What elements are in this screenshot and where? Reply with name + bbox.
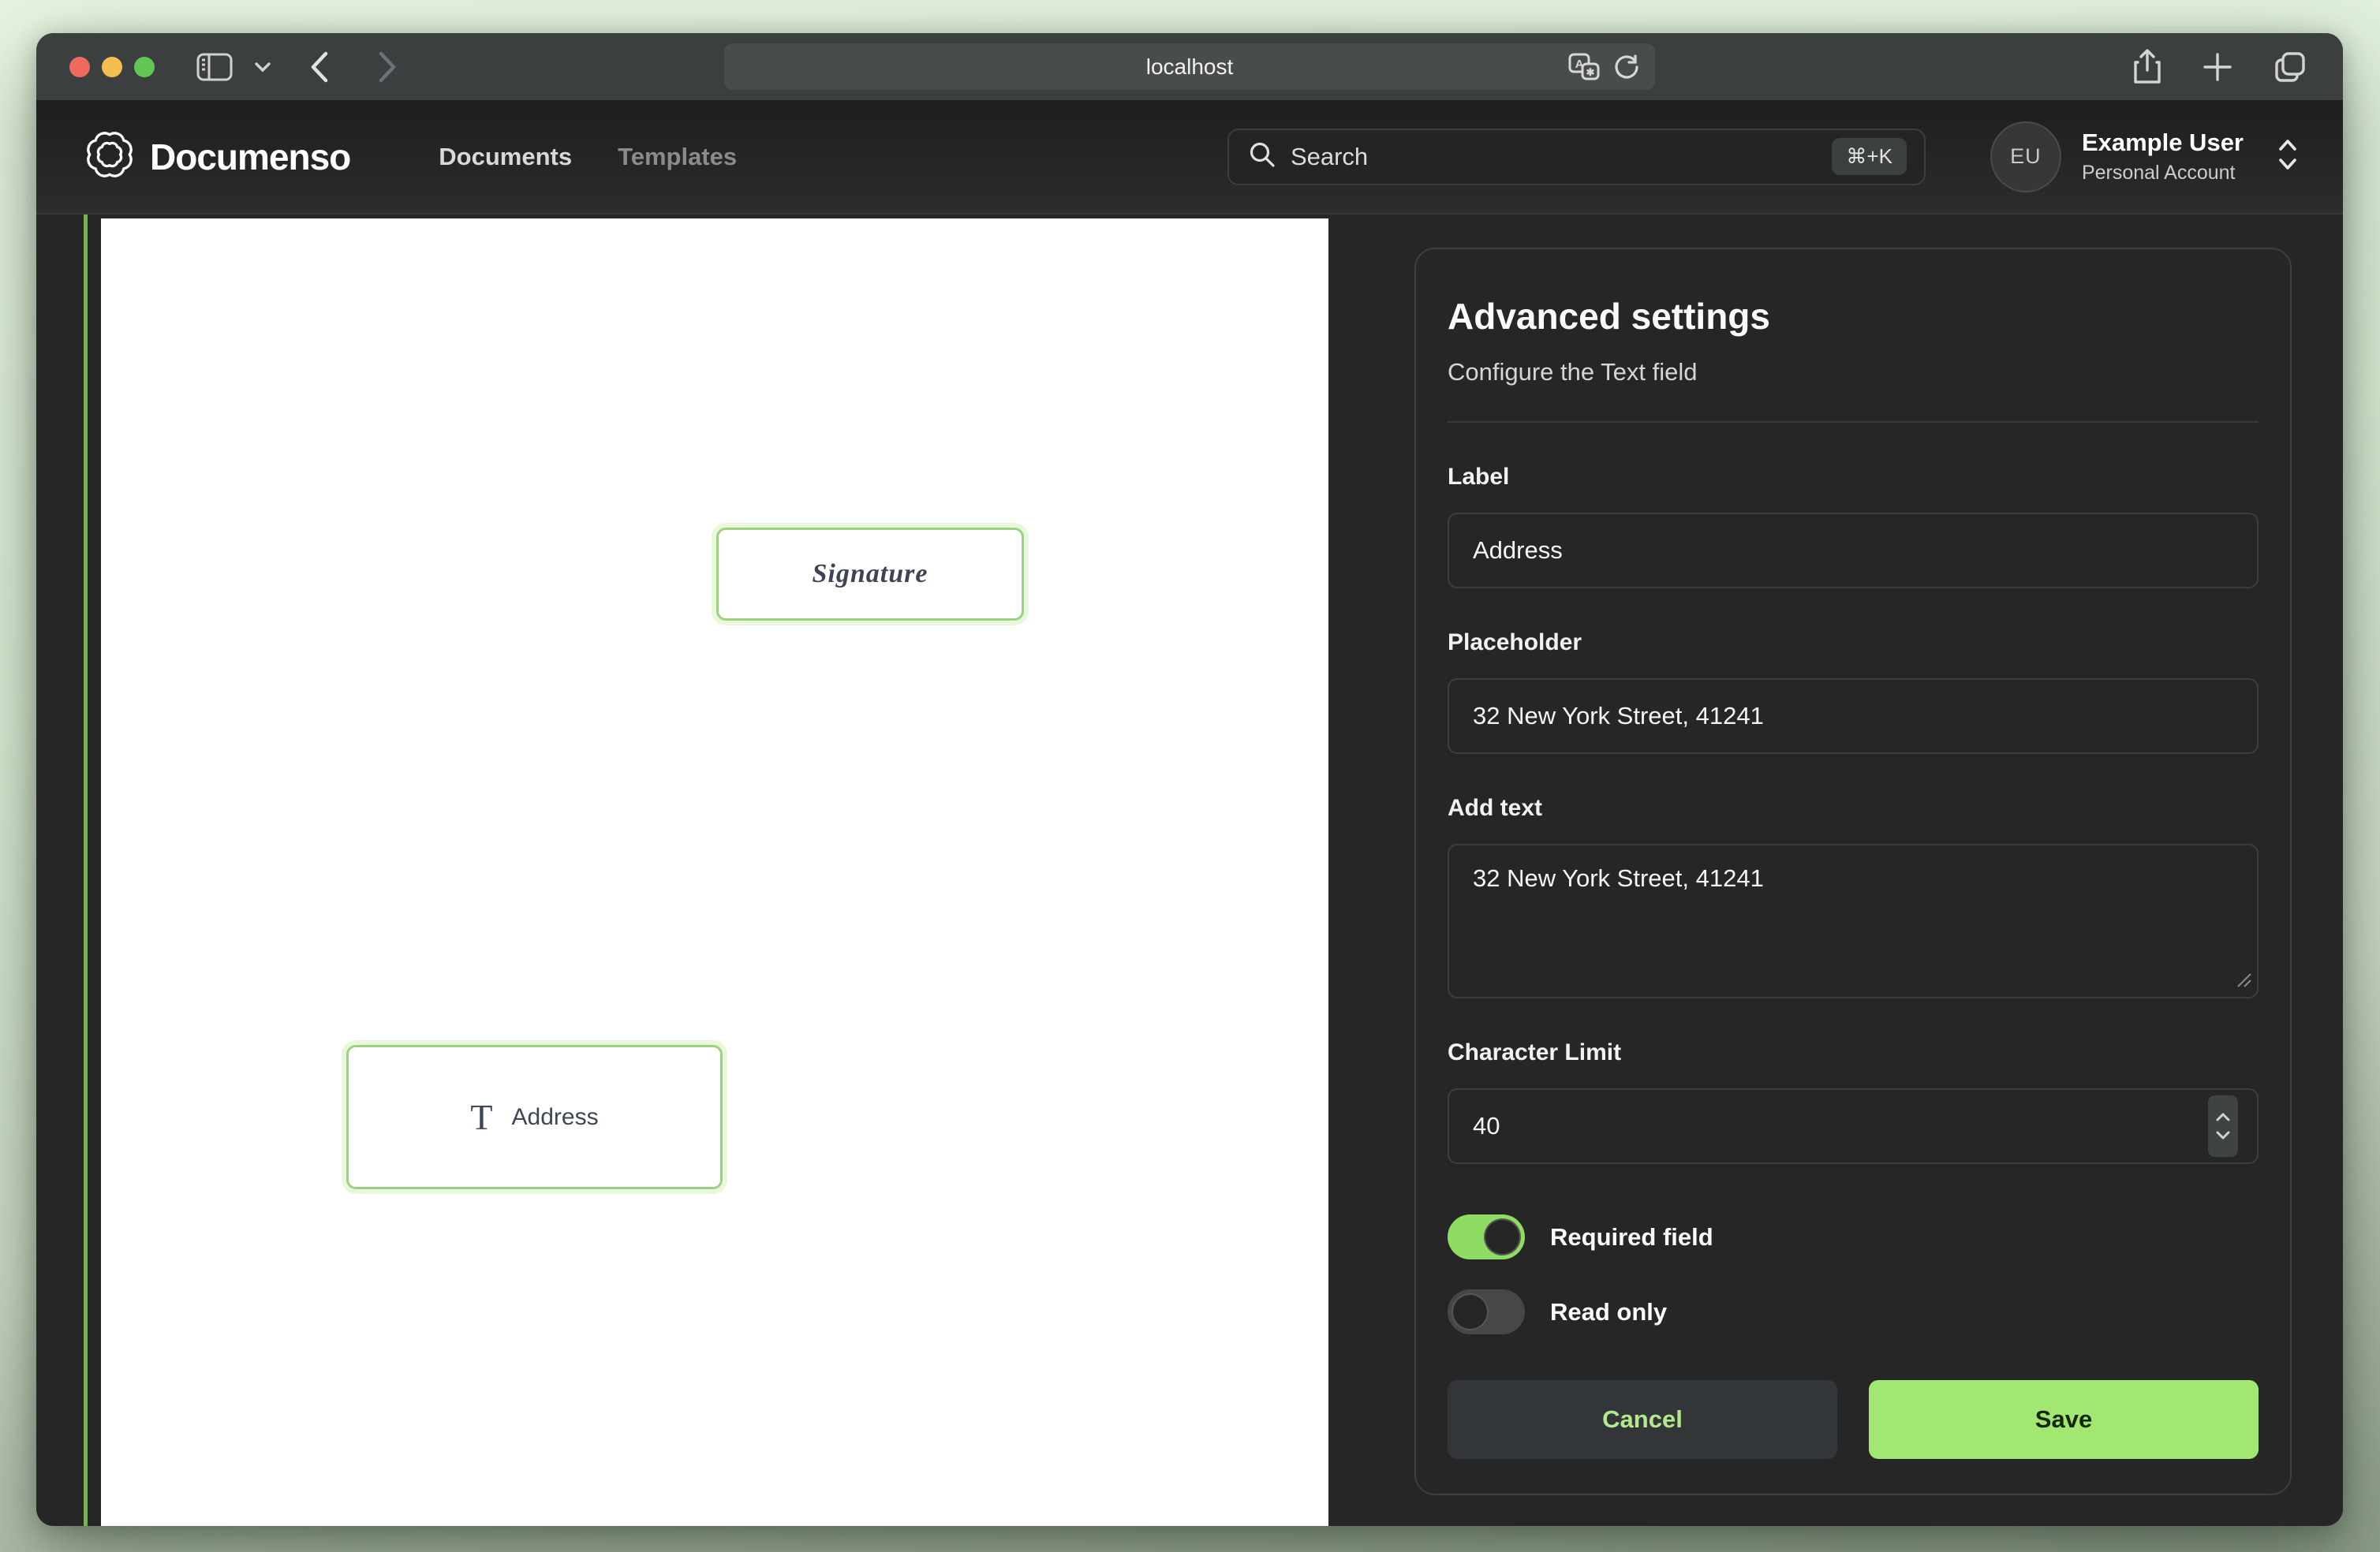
app-header: Documenso Documents Templates Search ⌘+K… — [36, 100, 2343, 215]
reload-icon[interactable] — [1612, 53, 1641, 81]
read-only-toggle[interactable] — [1448, 1289, 1525, 1334]
brand-name: Documenso — [150, 136, 350, 178]
brand[interactable]: Documenso — [85, 130, 350, 183]
add-text-field-label: Add text — [1448, 795, 2259, 822]
avatar: EU — [1990, 121, 2061, 192]
forward-icon[interactable] — [377, 50, 398, 84]
close-window-button[interactable] — [69, 57, 90, 77]
search-placeholder: Search — [1291, 143, 1368, 171]
browser-toolbar: localhost A ✱ — [36, 33, 2343, 100]
main-nav: Documents Templates — [439, 143, 737, 171]
signature-field-label: Signature — [813, 559, 928, 589]
window-controls — [69, 57, 155, 77]
search-input[interactable]: Search ⌘+K — [1227, 129, 1926, 185]
required-field-label: Required field — [1550, 1223, 1713, 1252]
user-name: Example User — [2082, 129, 2244, 157]
resize-handle-icon[interactable] — [2235, 971, 2252, 992]
save-button[interactable]: Save — [1869, 1380, 2259, 1459]
label-field-label: Label — [1448, 464, 2259, 491]
document-accent-line — [84, 215, 88, 1526]
nav-documents[interactable]: Documents — [439, 143, 572, 171]
character-limit-field-label: Character Limit — [1448, 1039, 2259, 1066]
document-page: Signature T Address — [101, 218, 1328, 1526]
share-icon[interactable] — [2132, 48, 2163, 86]
label-input[interactable] — [1448, 513, 2259, 588]
panel-subtitle: Configure the Text field — [1448, 358, 2259, 386]
placeholder-input[interactable] — [1448, 678, 2259, 754]
text-field-address[interactable]: T Address — [346, 1045, 723, 1189]
signature-field[interactable]: Signature — [716, 528, 1024, 621]
read-only-label: Read only — [1550, 1298, 1667, 1326]
tabs-icon[interactable] — [2272, 49, 2308, 85]
browser-window: localhost A ✱ — [36, 33, 2343, 1526]
toggle-thumb — [1484, 1218, 1521, 1255]
chevron-up-down-icon — [2277, 137, 2299, 176]
nav-templates[interactable]: Templates — [618, 143, 737, 171]
text-field-label: Address — [512, 1104, 599, 1131]
documenso-seal-icon — [85, 130, 134, 183]
new-tab-icon[interactable] — [2201, 50, 2234, 84]
user-menu[interactable]: EU Example User Personal Account — [1990, 121, 2299, 192]
zoom-window-button[interactable] — [134, 57, 155, 77]
character-limit-input[interactable] — [1448, 1088, 2259, 1164]
sidebar-icon[interactable] — [196, 51, 234, 83]
minimize-window-button[interactable] — [102, 57, 122, 77]
cancel-button[interactable]: Cancel — [1448, 1380, 1837, 1459]
text-type-icon: T — [470, 1099, 492, 1136]
placeholder-field-label: Placeholder — [1448, 629, 2259, 656]
required-field-toggle[interactable] — [1448, 1214, 1525, 1259]
svg-text:✱: ✱ — [1586, 66, 1595, 78]
toggle-thumb — [1452, 1293, 1489, 1330]
advanced-settings-panel: Advanced settings Configure the Text fie… — [1414, 248, 2292, 1495]
add-text-textarea[interactable]: 32 New York Street, 41241 — [1448, 844, 2259, 998]
main-content: Signature T Address Advanced settings Co… — [36, 215, 2343, 1526]
number-stepper[interactable] — [2208, 1095, 2238, 1157]
search-shortcut-badge: ⌘+K — [1832, 138, 1907, 175]
translate-icon[interactable]: A ✱ — [1568, 53, 1600, 81]
panel-title: Advanced settings — [1448, 295, 2259, 338]
search-icon — [1248, 140, 1276, 173]
back-icon[interactable] — [309, 50, 330, 84]
user-account-type: Personal Account — [2082, 162, 2244, 185]
address-bar-url: localhost — [1146, 54, 1234, 80]
address-bar[interactable]: localhost A ✱ — [724, 43, 1655, 90]
chevron-down-icon[interactable] — [254, 62, 271, 73]
divider — [1448, 421, 2259, 423]
